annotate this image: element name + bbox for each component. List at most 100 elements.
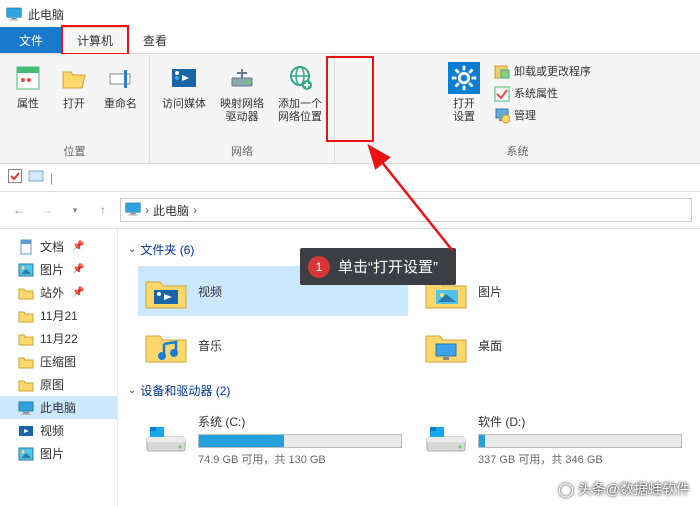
sidebar-item-label: 文档 bbox=[40, 238, 64, 255]
title-bar: 此电脑 bbox=[0, 0, 700, 28]
desktop-folder-icon bbox=[424, 326, 468, 364]
drive-usage-bar bbox=[478, 434, 682, 448]
drive-item-0[interactable]: 系统 (C:)74.9 GB 可用，共 130 GB bbox=[138, 407, 408, 473]
nav-recent-button[interactable]: ▾ bbox=[64, 199, 86, 221]
nav-back-button[interactable]: ← bbox=[8, 199, 30, 221]
folder-label: 视频 bbox=[198, 283, 222, 300]
manage-icon bbox=[494, 108, 510, 124]
folder-item-music[interactable]: 音乐 bbox=[138, 320, 408, 370]
sidebar-item-9[interactable]: 图片 bbox=[0, 442, 117, 465]
folder-icon bbox=[18, 331, 34, 347]
qab-item-icon[interactable] bbox=[28, 169, 44, 186]
tab-file[interactable]: 文件 bbox=[0, 27, 62, 53]
group-network-label: 网络 bbox=[156, 141, 328, 163]
sidebar-item-0[interactable]: 文档 📌 bbox=[0, 235, 117, 258]
pin-icon: 📌 bbox=[72, 264, 84, 275]
checkbox-icon[interactable] bbox=[8, 169, 22, 186]
sidebar-item-label: 图片 bbox=[40, 445, 64, 462]
drive-icon bbox=[424, 423, 468, 457]
system-properties-button[interactable]: 系统属性 bbox=[490, 84, 595, 104]
sys-props-label: 系统属性 bbox=[514, 88, 558, 101]
add-network-location-button[interactable]: 添加一个 网络位置 bbox=[272, 58, 328, 141]
media-icon bbox=[168, 62, 200, 94]
uninstall-programs-button[interactable]: 卸载或更改程序 bbox=[490, 62, 595, 82]
add-netloc-icon bbox=[284, 62, 316, 94]
sidebar-item-2[interactable]: 站外 📌 bbox=[0, 281, 117, 304]
folder-item-pic[interactable]: 图片 bbox=[418, 266, 688, 316]
watermark: ◯ 头条@数据蛙软件 bbox=[558, 479, 690, 499]
breadcrumb-root[interactable]: 此电脑 bbox=[153, 202, 189, 219]
drives-section-header[interactable]: ⌄ 设备和驱动器 (2) bbox=[128, 378, 690, 407]
pc-icon bbox=[6, 7, 22, 21]
rename-label: 重命名 bbox=[104, 98, 137, 111]
music-folder-icon bbox=[144, 326, 188, 364]
folder-label: 音乐 bbox=[198, 337, 222, 354]
nav-forward-button[interactable]: → bbox=[36, 199, 58, 221]
group-system-label: 系统 bbox=[341, 141, 694, 163]
open-label: 打开 bbox=[63, 98, 85, 111]
group-location-label: 位置 bbox=[6, 141, 143, 163]
sidebar-item-label: 视频 bbox=[40, 422, 64, 439]
address-bar[interactable]: › 此电脑 › bbox=[120, 198, 692, 222]
pic-icon bbox=[18, 262, 34, 278]
add-netloc-label: 添加一个 网络位置 bbox=[278, 98, 322, 124]
rename-button[interactable]: 重命名 bbox=[98, 58, 143, 141]
sidebar-item-3[interactable]: 11月21 bbox=[0, 304, 117, 327]
folder-label: 图片 bbox=[478, 283, 502, 300]
window-title: 此电脑 bbox=[28, 6, 64, 23]
ribbon-group-network: 访问媒体 映射网络 驱动器 添加一个 网络位置 网络 bbox=[150, 54, 335, 163]
map-drive-icon bbox=[226, 62, 258, 94]
nav-up-button[interactable]: ↑ bbox=[92, 199, 114, 221]
pc-icon bbox=[125, 202, 141, 219]
folder-icon bbox=[18, 285, 34, 301]
instruction-callout: 1 单击“打开设置” bbox=[300, 248, 456, 285]
nav-bar: ← → ▾ ↑ › 此电脑 › bbox=[0, 192, 700, 229]
sidebar-item-label: 压缩图 bbox=[40, 353, 76, 370]
open-button[interactable]: 打开 bbox=[52, 58, 96, 141]
sidebar-item-7[interactable]: 此电脑 bbox=[0, 396, 117, 419]
sidebar-item-5[interactable]: 压缩图 bbox=[0, 350, 117, 373]
properties-button[interactable]: 属性 bbox=[6, 58, 50, 141]
drive-free-text: 74.9 GB 可用，共 130 GB bbox=[198, 451, 402, 467]
pic-icon bbox=[18, 446, 34, 462]
drives-header-label: 设备和驱动器 (2) bbox=[140, 382, 230, 399]
uninstall-icon bbox=[494, 64, 510, 80]
drive-name: 软件 (D:) bbox=[478, 413, 682, 430]
nav-sidebar[interactable]: 文档📌图片📌站外📌11月2111月22压缩图原图此电脑视频图片 bbox=[0, 229, 118, 506]
chevron-down-icon: ⌄ bbox=[128, 385, 136, 396]
sidebar-item-8[interactable]: 视频 bbox=[0, 419, 117, 442]
sidebar-item-4[interactable]: 11月22 bbox=[0, 327, 117, 350]
map-drive-button[interactable]: 映射网络 驱动器 bbox=[214, 58, 270, 141]
sidebar-item-1[interactable]: 图片📌 bbox=[0, 258, 117, 281]
sidebar-item-label: 站外 bbox=[40, 284, 64, 301]
tab-view[interactable]: 查看 bbox=[128, 27, 182, 53]
properties-label: 属性 bbox=[17, 98, 39, 111]
open-settings-button[interactable]: 打开 设置 bbox=[440, 58, 488, 141]
step-badge: 1 bbox=[308, 256, 330, 278]
pc-icon bbox=[18, 400, 34, 416]
folders-header-label: 文件夹 (6) bbox=[140, 241, 194, 258]
pin-icon: 📌 bbox=[72, 241, 84, 252]
folder-item-desktop[interactable]: 桌面 bbox=[418, 320, 688, 370]
tab-computer[interactable]: 计算机 bbox=[62, 27, 128, 53]
video-icon bbox=[18, 423, 34, 439]
access-media-button[interactable]: 访问媒体 bbox=[156, 58, 212, 141]
uninstall-label: 卸载或更改程序 bbox=[514, 66, 591, 79]
drive-item-1[interactable]: 软件 (D:)337 GB 可用，共 346 GB bbox=[418, 407, 688, 473]
drive-grid: 系统 (C:)74.9 GB 可用，共 130 GB软件 (D:)337 GB … bbox=[128, 407, 690, 473]
folder-icon bbox=[18, 308, 34, 324]
sidebar-item-6[interactable]: 原图 bbox=[0, 373, 117, 396]
breadcrumb-sep[interactable]: › bbox=[145, 203, 149, 217]
gear-icon bbox=[448, 62, 480, 94]
breadcrumb-sep[interactable]: › bbox=[193, 203, 197, 217]
drive-icon bbox=[144, 423, 188, 457]
manage-button[interactable]: 管理 bbox=[490, 106, 595, 126]
map-drive-label: 映射网络 驱动器 bbox=[220, 98, 264, 124]
ribbon-group-location: 属性 打开 重命名 位置 bbox=[0, 54, 150, 163]
ribbon-group-system: 打开 设置 卸载或更改程序 系统属性 管理 系统 bbox=[335, 54, 700, 163]
open-icon bbox=[58, 62, 90, 94]
pin-icon: 📌 bbox=[72, 287, 84, 298]
quick-access-bar: | bbox=[0, 164, 700, 192]
access-media-label: 访问媒体 bbox=[162, 98, 206, 111]
qab-divider: | bbox=[50, 171, 53, 185]
